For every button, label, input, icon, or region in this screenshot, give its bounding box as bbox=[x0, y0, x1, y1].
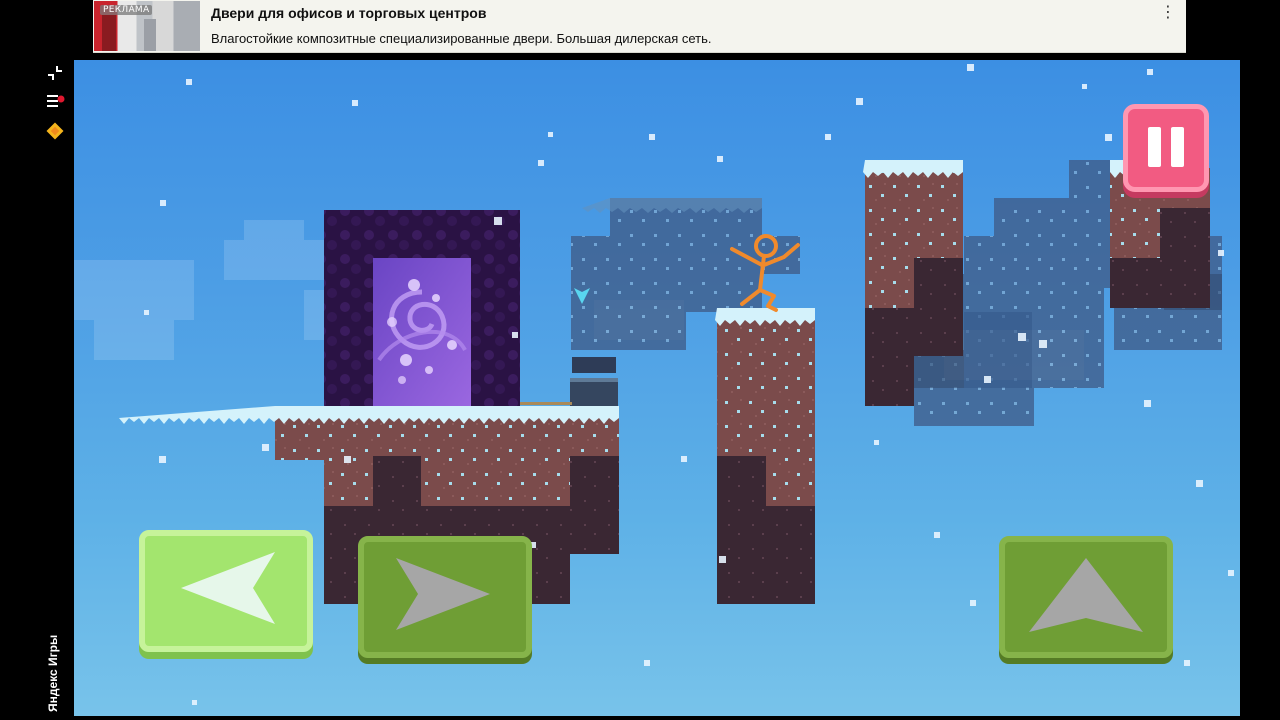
collapse-icon[interactable] bbox=[44, 62, 66, 84]
pressure-block bbox=[520, 357, 618, 406]
jump-button[interactable] bbox=[999, 536, 1173, 658]
portal bbox=[324, 210, 520, 406]
arrow-right-icon bbox=[396, 558, 490, 630]
arrow-up-icon bbox=[1029, 558, 1143, 632]
pause-button[interactable] bbox=[1123, 104, 1209, 192]
menu-icon[interactable] bbox=[44, 90, 66, 112]
ad-thumbnail-door bbox=[102, 15, 116, 51]
ad-title[interactable]: Двери для офисов и торговых центров bbox=[211, 5, 486, 21]
ad-thumbnail[interactable]: РЕКЛАМА bbox=[94, 1, 200, 51]
ad-banner[interactable]: РЕКЛАМА Двери для офисов и торговых цент… bbox=[93, 0, 1186, 53]
yandex-games-icon[interactable] bbox=[44, 120, 66, 142]
central-pillar bbox=[715, 308, 815, 604]
ad-more-icon[interactable]: ⋮ bbox=[1160, 4, 1176, 20]
notification-dot-icon bbox=[57, 95, 65, 103]
ad-description: Влагостойкие композитные специализирован… bbox=[211, 31, 712, 46]
plank bbox=[520, 402, 572, 405]
arrow-left-icon bbox=[181, 552, 275, 624]
platform-label: Яндекс Игры bbox=[46, 634, 60, 712]
move-left-button[interactable] bbox=[139, 530, 313, 652]
ad-thumbnail-door-2 bbox=[144, 19, 156, 51]
game-canvas[interactable] bbox=[74, 60, 1240, 716]
ad-tag: РЕКЛАМА bbox=[100, 5, 153, 15]
move-right-button[interactable] bbox=[358, 536, 532, 658]
